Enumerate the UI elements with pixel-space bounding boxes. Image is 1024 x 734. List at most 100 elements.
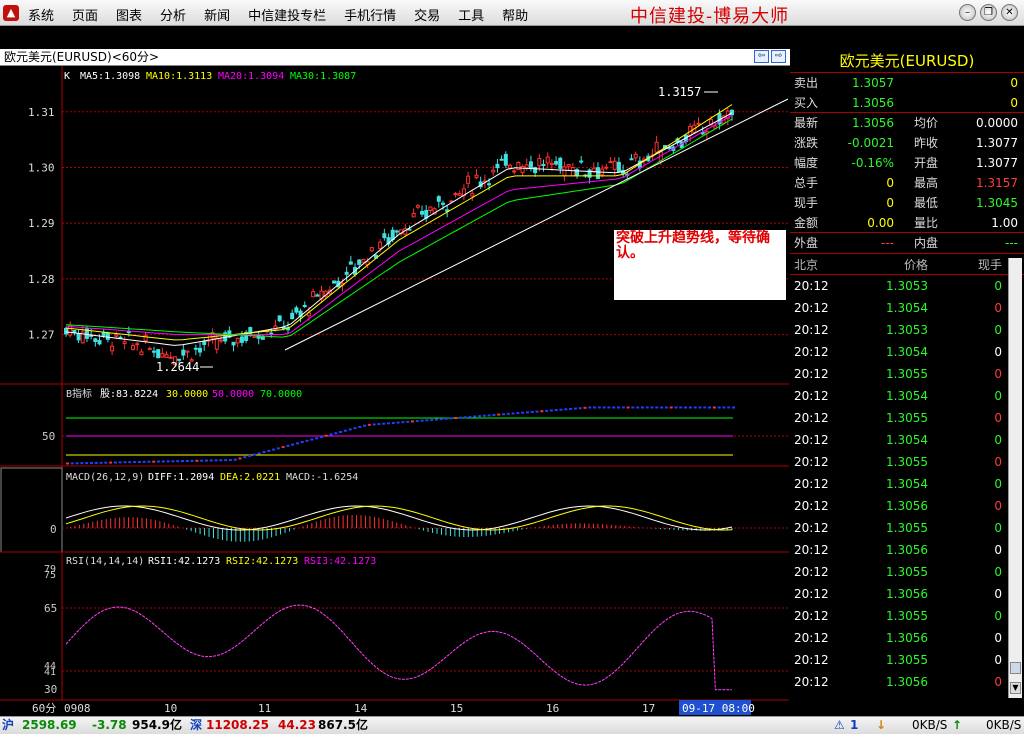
tick-time: 20:12 <box>794 609 829 623</box>
candle-body <box>164 354 169 358</box>
b-point <box>722 406 726 409</box>
b-point <box>147 460 151 463</box>
annotation-note[interactable]: 突破上升趋势线，等待确认。 <box>614 230 786 300</box>
b-point <box>621 406 625 409</box>
quote-value: 0.00 <box>867 216 894 230</box>
candle-body <box>277 315 282 322</box>
b-point <box>224 459 228 462</box>
candle-body <box>415 205 420 208</box>
cursor-date: 09-17 08:00 <box>682 702 755 715</box>
tick-price: 1.3056 <box>886 499 928 513</box>
price-tick-label: 1.31 <box>28 106 55 119</box>
menu-item-help[interactable]: 帮助 <box>502 5 528 24</box>
sh-change: -3.78 <box>92 718 127 732</box>
candle-body <box>545 156 550 164</box>
quote-label: 买入 <box>794 96 819 110</box>
ma30-label: MA30:1.3087 <box>290 71 356 82</box>
b-point <box>142 460 146 463</box>
b-point <box>530 410 534 413</box>
menu-item-news[interactable]: 新闻 <box>204 5 230 24</box>
quote-label-2 <box>896 73 940 93</box>
b-point <box>727 406 731 409</box>
k-label: K <box>64 71 70 82</box>
prev-icon[interactable]: ⇦ <box>754 50 769 63</box>
b-point <box>554 409 558 412</box>
tick-time: 20:12 <box>794 389 829 403</box>
b-point <box>549 409 553 412</box>
b-point <box>444 417 448 420</box>
b-point <box>708 406 712 409</box>
menu-item-trade[interactable]: 交易 <box>414 5 440 24</box>
period-label[interactable]: 60分 <box>32 702 56 715</box>
tick-time: 20:12 <box>794 587 829 601</box>
b-point <box>166 460 170 463</box>
b-point <box>334 432 338 435</box>
brand-title: 中信建投-博易大师 <box>630 6 790 27</box>
menu-item-mobile[interactable]: 手机行情 <box>344 5 396 24</box>
quote-value-2: 1.3077 <box>976 156 1018 170</box>
tick-price: 1.3054 <box>886 433 928 447</box>
menu-item-column[interactable]: 中信建投专栏 <box>248 5 326 24</box>
tick-qty: 0 <box>994 587 1002 601</box>
candle-body <box>357 259 362 265</box>
menu-item-chart[interactable]: 图表 <box>116 5 142 24</box>
candle-body <box>131 345 136 350</box>
tick-scrollbar[interactable]: ▼ <box>1008 258 1022 698</box>
speed-down: 0KB/S <box>912 718 948 732</box>
tick-time: 20:12 <box>794 653 829 667</box>
date-17: 17 <box>642 702 655 715</box>
date-10: 10 <box>164 702 177 715</box>
b-point <box>243 456 247 459</box>
b-point <box>732 406 735 409</box>
tick-price: 1.3056 <box>886 675 928 689</box>
app-logo-icon[interactable]: ▲ <box>3 5 19 21</box>
sz-change: 44.23 <box>278 718 316 732</box>
tick-qty: 0 <box>994 521 1002 535</box>
candle-body <box>147 347 152 351</box>
b-point <box>171 460 175 463</box>
candle-body <box>101 332 106 336</box>
chart-area[interactable]: 1.31 1.30 1.29 1.28 1.27 K MA5:1.3098 MA10:1… <box>0 66 790 716</box>
next-icon[interactable]: ⇨ <box>771 50 786 63</box>
b-point <box>636 406 640 409</box>
quote-row: 金额 0.00 量比 1.00 <box>790 213 1024 233</box>
candle-body <box>260 336 265 340</box>
candle-body <box>495 163 500 169</box>
tick-qty: 0 <box>994 279 1002 293</box>
close-icon[interactable]: ✕ <box>1001 4 1018 21</box>
minimize-icon[interactable]: – <box>959 4 976 21</box>
b-point <box>348 428 352 431</box>
b-point <box>291 443 295 446</box>
macd-dea: DEA:2.0221 <box>220 472 280 483</box>
candle-body <box>361 258 366 263</box>
b-point <box>617 406 621 409</box>
scroll-down-icon[interactable]: ▼ <box>1010 682 1021 694</box>
chart-title-bar: 欧元美元(EURUSD)<60分> ⇦ ⇨ <box>0 49 790 66</box>
b-point <box>128 461 132 464</box>
candle-body <box>453 193 458 196</box>
restore-icon[interactable]: ❐ <box>980 4 997 21</box>
rsi1-label: RSI1:42.1273 <box>148 556 220 567</box>
b-point <box>396 421 400 424</box>
b-point <box>406 420 410 423</box>
candle-body <box>696 122 701 125</box>
b-point <box>569 407 573 410</box>
b-point <box>688 406 692 409</box>
quote-label-2: 均价 <box>914 116 939 130</box>
candle-body <box>541 164 546 167</box>
menu-item-system[interactable]: 系统 <box>28 5 54 24</box>
b-point <box>564 408 568 411</box>
alert-icon[interactable]: ⚠ <box>834 717 845 734</box>
scroll-thumb[interactable] <box>1010 662 1021 674</box>
candle-body <box>369 247 374 252</box>
menu-item-tools[interactable]: 工具 <box>458 5 484 24</box>
tick-price: 1.3053 <box>886 279 928 293</box>
quote-label-2: 昨收 <box>914 136 939 150</box>
b-point <box>310 438 314 441</box>
tick-qty: 0 <box>994 455 1002 469</box>
tick-row: 20:12 1.3055 0 <box>790 407 1024 429</box>
menu-item-analysis[interactable]: 分析 <box>160 5 186 24</box>
tick-price: 1.3055 <box>886 455 928 469</box>
b-point <box>353 427 357 430</box>
menu-item-page[interactable]: 页面 <box>72 5 98 24</box>
